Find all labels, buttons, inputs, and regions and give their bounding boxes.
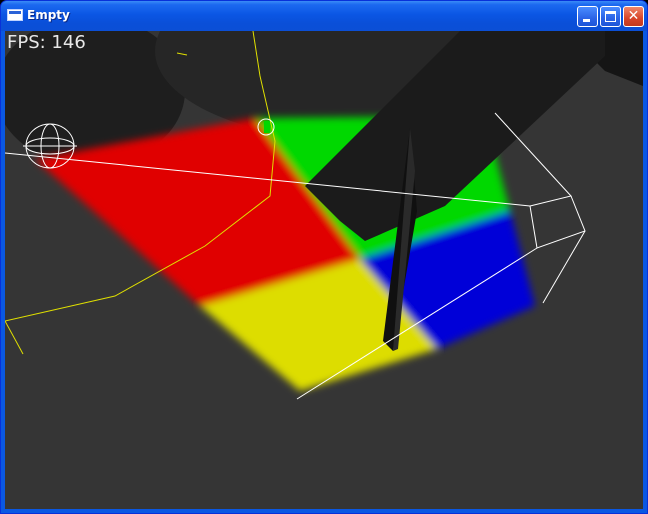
- maximize-button[interactable]: [600, 6, 621, 27]
- scene-viewport[interactable]: [5, 31, 643, 511]
- window-icon[interactable]: [7, 9, 23, 21]
- window-title: Empty: [27, 8, 70, 22]
- minimize-icon: [583, 19, 590, 22]
- render-viewport-container[interactable]: FPS: 146: [5, 31, 643, 511]
- maximize-icon: [605, 11, 616, 22]
- fps-counter: FPS: 146: [7, 32, 86, 53]
- title-bar[interactable]: Empty ✕: [1, 1, 647, 31]
- close-button[interactable]: ✕: [623, 6, 644, 27]
- close-icon: ✕: [627, 8, 640, 24]
- window-frame-bottom: [1, 509, 647, 513]
- minimize-button[interactable]: [577, 6, 598, 27]
- app-window: Empty ✕ FPS: 146: [0, 0, 648, 514]
